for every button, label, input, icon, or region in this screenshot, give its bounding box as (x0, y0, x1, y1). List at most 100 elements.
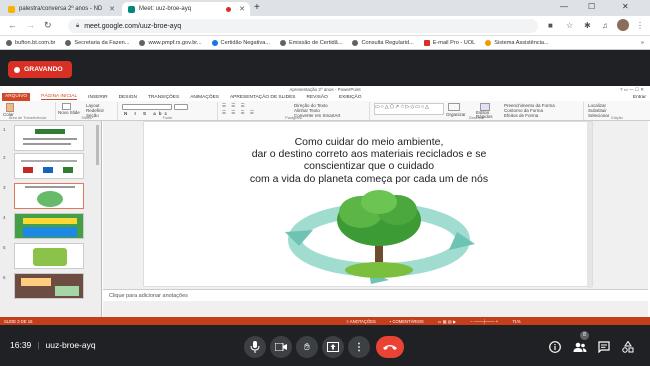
meeting-code: uuz-broe-ayq (45, 340, 96, 350)
end-call-button[interactable] (376, 336, 404, 358)
notes-placeholder: Clique para adicionar anotações (109, 293, 188, 299)
extensions-icon[interactable]: ✱ (584, 21, 591, 30)
slide-thumbnail-4[interactable] (14, 213, 84, 239)
slide-thumbnail-6[interactable] (14, 273, 84, 299)
ppt-tab-insert[interactable]: INSERIR (88, 95, 107, 100)
ppt-tab-design[interactable]: DESIGN (119, 95, 137, 100)
more-options-button[interactable]: ⋮ (348, 336, 370, 358)
more-bookmarks-icon[interactable]: » (641, 40, 644, 46)
slide-thumbnail-3[interactable] (14, 183, 84, 209)
profile-avatar[interactable] (617, 19, 629, 31)
slide-thumbnail-2[interactable] (14, 153, 84, 179)
thumb-image (33, 248, 67, 266)
ppt-tab-home[interactable]: PÁGINA INICIAL (41, 94, 78, 100)
camera-icon (275, 343, 287, 351)
font-name-box[interactable] (122, 104, 172, 110)
thumb-line (21, 160, 77, 162)
new-tab-button[interactable]: + (254, 2, 260, 13)
shapes-gallery[interactable]: ▭○△⬠↗☆▷◇▭○△ (374, 103, 444, 115)
thumbs-scrollbar[interactable] (96, 125, 99, 165)
meet-control-bar: 16:39 | uuz-broe-ayq ✋︎ ⋮ 8 (0, 328, 650, 366)
font-size-box[interactable] (174, 104, 188, 110)
bookmark-star-icon[interactable]: ☆ (566, 21, 573, 30)
recording-dot-icon (226, 6, 232, 12)
bookmark-item[interactable]: Consulta Regularid... (352, 39, 414, 46)
media-icon[interactable]: ♫ (602, 21, 608, 30)
notes-toggle[interactable]: ≡ ANOTAÇÕES (346, 319, 375, 324)
camera-indicator-icon[interactable]: ■ (548, 21, 553, 30)
thumb-line (23, 138, 77, 140)
globe-icon (6, 39, 12, 46)
notes-label: ANOTAÇÕES (349, 318, 376, 324)
more-vert-icon: ⋮ (354, 341, 364, 353)
browser-tab-meet[interactable]: Meet: uuz-broe-ayq ✕ (122, 2, 250, 16)
bookmark-item[interactable]: E-mail Pro - UOL (423, 39, 475, 46)
browser-tab-palestra[interactable]: palestra/conversa 2º anos - ND ✕ (2, 2, 120, 16)
arrange-icon (448, 103, 460, 111)
group-caption: Edição (611, 116, 623, 120)
notes-pane[interactable]: Clique para adicionar anotações (103, 289, 648, 301)
present-icon (327, 342, 339, 352)
meet-icon (128, 5, 135, 13)
microphone-button[interactable] (244, 336, 266, 358)
shield-icon (485, 39, 492, 46)
close-window-icon[interactable]: ✕ (622, 2, 629, 11)
ppt-tab-transitions[interactable]: TRANSIÇÕES (148, 95, 179, 100)
url-bar[interactable]: 🔒︎ meet.google.com/uuz-broe-ayq (68, 19, 538, 33)
comments-toggle[interactable]: ▪ COMENTÁRIOS (390, 319, 424, 324)
slide-number: 4 (3, 215, 6, 220)
ppt-tab-view[interactable]: EXIBIÇÃO (339, 95, 362, 100)
meeting-info: 16:39 | uuz-broe-ayq (10, 340, 96, 350)
ppt-tab-review[interactable]: REVISÃO (306, 95, 327, 100)
bookmarks-bar: bufton.bt.com.br Secretaria da Fazen... … (0, 36, 650, 50)
bookmark-item[interactable]: www.pmpf.rs.gov.br... (139, 39, 202, 46)
ppt-tab-animations[interactable]: ANIMAÇÕES (190, 95, 219, 100)
ppt-ribbon: Colar Área de Transferência Novo Slide L… (0, 101, 650, 121)
microphone-icon (250, 341, 260, 353)
recording-dot-icon (14, 66, 20, 73)
activities-button[interactable] (621, 340, 635, 354)
info-icon (549, 341, 561, 353)
bookmark-item[interactable]: Certidão Negativa... (211, 39, 270, 46)
bookmark-item[interactable]: bufton.bt.com.br (6, 39, 55, 46)
present-screen-button[interactable] (322, 336, 344, 358)
hand-icon: ✋︎ (304, 341, 310, 353)
bookmark-item[interactable]: Sistema Assistência... (485, 39, 549, 46)
slide-thumbnails-pane: 1 2 3 4 5 6 (0, 121, 102, 317)
lock-icon: 🔒︎ (76, 22, 80, 29)
minimize-icon[interactable]: — (560, 2, 568, 11)
participants-button[interactable] (573, 340, 587, 354)
slide-thumbnail-1[interactable] (14, 125, 84, 151)
thumb-line (25, 186, 75, 188)
bullets-icon[interactable]: ☰ ☰ ☰ (222, 103, 247, 109)
slide-scrollbar[interactable] (587, 122, 592, 288)
bookmark-item[interactable]: Secretaria da Fazen... (65, 39, 129, 46)
ppt-sign-in[interactable]: Entrar (633, 95, 646, 100)
slide-line: com a vida do planeta começa por cada um… (249, 172, 489, 185)
back-icon[interactable]: ← (8, 20, 17, 30)
view-buttons[interactable]: ▭ ▦ ▤ ▶ (438, 319, 457, 324)
camera-button[interactable] (270, 336, 292, 358)
ppt-status-bar: SLIDE 3 DE 15 ≡ ANOTAÇÕES ▪ COMENTÁRIOS … (0, 317, 650, 325)
new-slide-button[interactable]: Novo Slide (58, 110, 80, 115)
close-tab-icon[interactable]: ✕ (239, 5, 245, 13)
meeting-details-button[interactable] (548, 340, 562, 354)
bookmark-item[interactable]: Emissão de Certidã... (279, 39, 342, 46)
group-caption: Área de Transferência (8, 116, 47, 120)
maximize-icon[interactable]: ☐ (588, 2, 595, 11)
current-slide[interactable]: Como cuidar do meio ambiente, dar o dest… (143, 121, 593, 288)
raise-hand-button[interactable]: ✋︎ (296, 336, 318, 358)
close-tab-icon[interactable]: ✕ (109, 5, 115, 13)
menu-icon[interactable]: ⋮ (636, 21, 644, 30)
ppt-title-bar: Apresentação 2º anos - PowerPoint ? ▭ — … (0, 86, 650, 93)
address-bar-row: ← → ↻ 🔒︎ meet.google.com/uuz-broe-ayq ■ … (0, 16, 650, 36)
chat-button[interactable] (597, 340, 611, 354)
zoom-level: 71% (512, 318, 521, 324)
reload-icon[interactable]: ↻ (44, 20, 52, 31)
slide-thumbnail-5[interactable] (14, 243, 84, 269)
forward-icon[interactable]: → (26, 20, 35, 30)
ppt-file-tab[interactable]: ARQUIVO (2, 93, 31, 101)
ppt-tab-slideshow[interactable]: APRESENTAÇÃO DE SLIDES (230, 95, 296, 100)
zoom-slider[interactable]: − ───┼─── + (470, 319, 498, 324)
participants-badge: 8 (580, 331, 589, 340)
